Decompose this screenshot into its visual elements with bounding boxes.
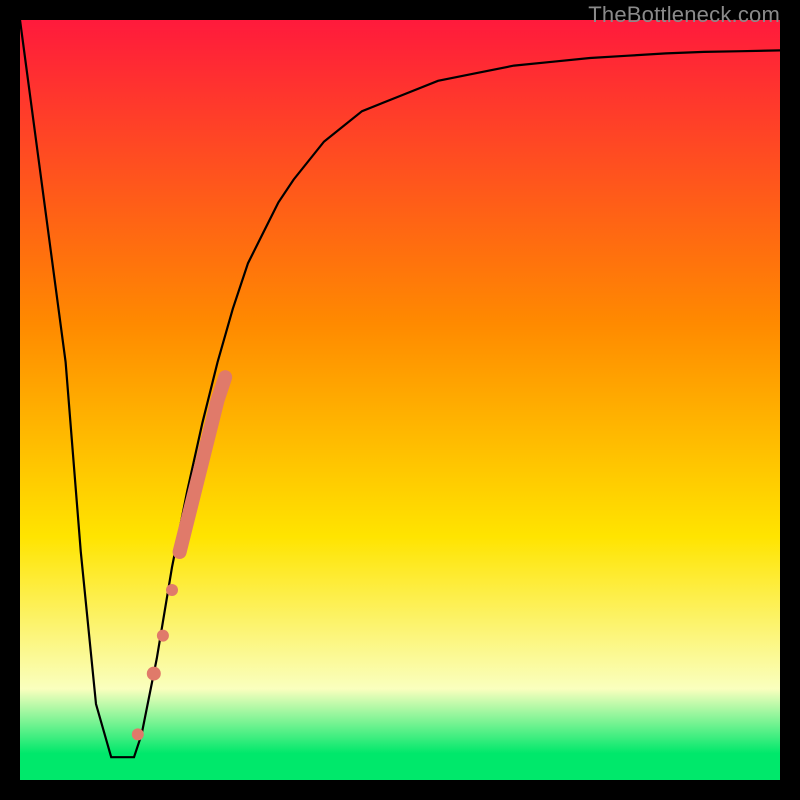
gradient-background bbox=[20, 20, 780, 780]
marker-dot bbox=[147, 667, 161, 681]
marker-dot bbox=[132, 728, 144, 740]
watermark-text: TheBottleneck.com bbox=[588, 2, 780, 28]
marker-dot bbox=[166, 584, 178, 596]
marker-dot bbox=[157, 630, 169, 642]
bottleneck-plot bbox=[20, 20, 780, 780]
